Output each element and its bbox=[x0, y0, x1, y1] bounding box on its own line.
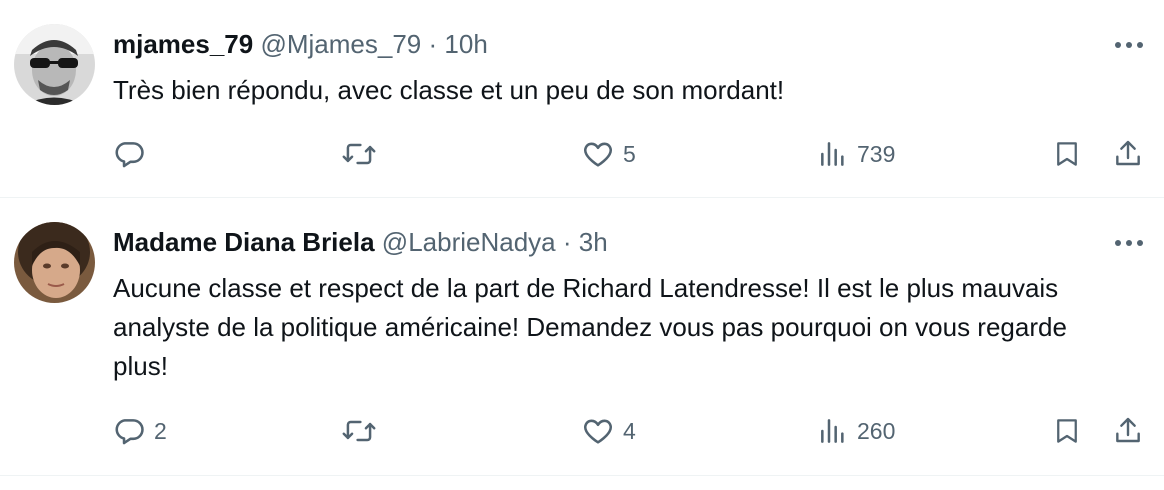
reply-button[interactable] bbox=[112, 134, 154, 174]
like-count: 4 bbox=[623, 417, 636, 444]
views-icon bbox=[821, 142, 844, 166]
reply-icon bbox=[115, 419, 144, 445]
retweet-button[interactable] bbox=[341, 411, 385, 451]
tweet-header: Madame Diana Briela @LabrieNadya · 3h bbox=[113, 227, 608, 257]
reply-count: 2 bbox=[154, 417, 167, 444]
retweet-icon bbox=[342, 420, 376, 442]
bookmark-button[interactable] bbox=[1052, 411, 1082, 451]
views-count: 260 bbox=[857, 417, 896, 444]
like-button[interactable]: 5 bbox=[581, 134, 636, 174]
more-icon[interactable] bbox=[1112, 228, 1146, 258]
more-icon[interactable] bbox=[1112, 30, 1146, 60]
bookmark-icon bbox=[1057, 142, 1077, 166]
share-button[interactable] bbox=[1112, 134, 1144, 174]
bookmark-button[interactable] bbox=[1052, 134, 1082, 174]
views-count: 739 bbox=[857, 140, 896, 167]
retweet-icon bbox=[342, 143, 376, 165]
views-button[interactable]: 260 bbox=[817, 411, 895, 451]
bookmark-icon bbox=[1057, 419, 1077, 443]
avatar[interactable] bbox=[14, 222, 95, 303]
like-button[interactable]: 4 bbox=[581, 411, 636, 451]
user-handle[interactable]: @Mjames_79 bbox=[260, 29, 421, 59]
action-bar: 2 4 260 bbox=[112, 411, 1152, 451]
share-button[interactable] bbox=[1112, 411, 1144, 451]
share-icon bbox=[1116, 140, 1140, 166]
timestamp[interactable]: 3h bbox=[579, 227, 608, 257]
separator: · bbox=[562, 227, 572, 257]
reply-icon bbox=[115, 142, 144, 168]
heart-icon bbox=[584, 419, 612, 444]
reply-button[interactable]: 2 bbox=[112, 411, 167, 451]
tweet[interactable]: mjames_79 @Mjames_79 · 10h Très bien rép… bbox=[0, 0, 1164, 198]
views-button[interactable]: 739 bbox=[817, 134, 895, 174]
tweet-text: Très bien répondu, avec classe et un peu… bbox=[113, 75, 785, 105]
views-icon bbox=[821, 419, 844, 443]
retweet-button[interactable] bbox=[341, 134, 385, 174]
separator: · bbox=[428, 29, 438, 59]
tweet-header: mjames_79 @Mjames_79 · 10h bbox=[113, 29, 488, 59]
timestamp[interactable]: 10h bbox=[444, 29, 487, 59]
display-name[interactable]: Madame Diana Briela bbox=[113, 227, 375, 257]
user-handle[interactable]: @LabrieNadya bbox=[382, 227, 556, 257]
action-bar: 5 739 bbox=[112, 134, 1152, 174]
tweet-text: Aucune classe et respect de la part de R… bbox=[113, 273, 1067, 381]
share-icon bbox=[1116, 417, 1140, 443]
avatar[interactable] bbox=[14, 24, 95, 105]
display-name[interactable]: mjames_79 bbox=[113, 29, 253, 59]
like-count: 5 bbox=[623, 140, 636, 167]
tweet[interactable]: Madame Diana Briela @LabrieNadya · 3h Au… bbox=[0, 198, 1164, 476]
heart-icon bbox=[584, 142, 612, 167]
